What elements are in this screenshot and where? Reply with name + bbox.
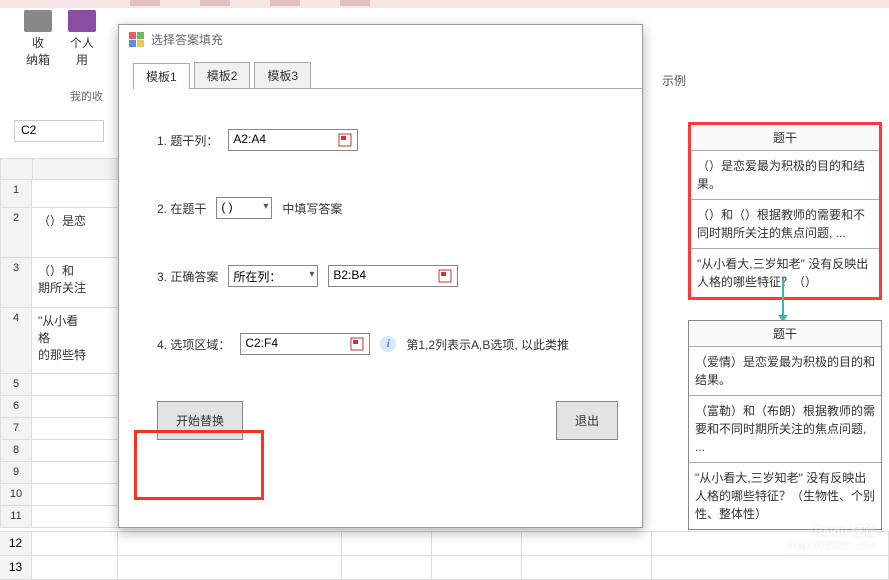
start-replace-button[interactable]: 开始替换 (157, 401, 243, 440)
range-picker-icon[interactable] (437, 268, 455, 286)
tab-template1[interactable]: 模板1 (133, 63, 190, 89)
example-cell: （）是恋爱最为积极的目的和结果。 (691, 151, 879, 200)
cell[interactable] (32, 418, 120, 440)
storage-box-button[interactable]: 收 纳箱 (18, 8, 58, 70)
label-options-range: 4. 选项区域： (157, 336, 230, 353)
label-fill-answer: 中填写答案 (282, 200, 342, 217)
cell[interactable] (32, 462, 120, 484)
row-header[interactable]: 6 (0, 396, 32, 417)
row-header[interactable]: 5 (0, 374, 32, 395)
cell[interactable] (32, 180, 120, 207)
arrow-down-icon (782, 278, 784, 316)
label-in-question: 2. 在题干 (157, 200, 206, 217)
cell[interactable] (32, 440, 120, 462)
dialog-title: 选择答案填充 (151, 31, 223, 48)
example-cell: "从小看大,三岁知老" 没有反映出人格的哪些特征？（） (691, 249, 879, 297)
row-header[interactable]: 10 (0, 484, 32, 505)
cell[interactable]: （）和 期所关注 (32, 258, 120, 307)
range-picker-icon[interactable] (337, 132, 355, 150)
question-range-input[interactable]: A2:A4 (228, 129, 358, 151)
tab-template2[interactable]: 模板2 (194, 62, 251, 88)
cell[interactable] (32, 374, 120, 396)
spreadsheet: 1 2（）是恋 3（）和 期所关注 4"从小看 格 的那些特 5 6 7 8 9… (0, 158, 120, 528)
row-header[interactable]: 3 (0, 258, 32, 307)
tab-template3[interactable]: 模板3 (254, 62, 311, 88)
options-range-input[interactable]: C2:F4 (240, 333, 370, 355)
personal-label: 个人 用 (68, 34, 96, 68)
example-label: 示例 (662, 72, 686, 89)
example-header: 题干 (689, 321, 881, 347)
bottom-grid: 12 13 (0, 531, 889, 579)
answer-location-combo[interactable]: 所在列： (228, 265, 318, 287)
info-icon: i (380, 336, 396, 352)
label-question-column: 1. 题干列： (157, 132, 218, 149)
cell[interactable] (32, 506, 120, 528)
row-header[interactable]: 1 (0, 180, 32, 207)
watermark: Baidu 经验 jingyan.baidu.com (786, 522, 875, 551)
my-collection-label: 我的收 (70, 88, 103, 104)
personal-button[interactable]: 个人 用 (62, 8, 102, 70)
row-header[interactable]: 4 (0, 308, 32, 373)
row-header[interactable]: 9 (0, 462, 32, 483)
row-header[interactable]: 11 (0, 506, 32, 527)
select-all-corner[interactable] (1, 159, 33, 179)
row-header[interactable]: 2 (0, 208, 32, 257)
personal-icon (68, 10, 96, 32)
example-cell: （）和（）根据教师的需要和不同时期所关注的焦点问题, ... (691, 200, 879, 249)
exit-button[interactable]: 退出 (556, 401, 618, 440)
row-header[interactable]: 13 (0, 556, 32, 580)
cell[interactable]: "从小看 格 的那些特 (32, 308, 120, 373)
row-header[interactable]: 8 (0, 440, 32, 461)
name-box[interactable]: C2 (14, 120, 104, 142)
app-icon (129, 32, 145, 48)
example-before-table: 题干 （）是恋爱最为积极的目的和结果。 （）和（）根据教师的需要和不同时期所关注… (688, 122, 882, 300)
cell[interactable] (32, 484, 120, 506)
row-header[interactable]: 7 (0, 418, 32, 439)
range-picker-icon[interactable] (349, 336, 367, 354)
storage-label: 收 纳箱 (24, 34, 52, 68)
example-cell: （爱情）是恋爱最为积极的目的和结果。 (689, 347, 881, 396)
example-cell: "从小看大,三岁知老" 没有反映出人格的哪些特征？（生物性、个别性、整体性） (689, 463, 881, 529)
bracket-combo[interactable]: ( ) (216, 197, 272, 219)
options-hint: 第1,2列表示A,B选项, 以此类推 (406, 336, 569, 353)
answer-range-input[interactable]: B2:B4 (328, 265, 458, 287)
cell[interactable]: （）是恋 (32, 208, 120, 257)
row-header[interactable]: 12 (0, 532, 32, 556)
fill-answers-dialog: 选择答案填充 模板1 模板2 模板3 1. 题干列： A2:A4 2. 在题干 … (118, 24, 643, 528)
box-icon (24, 10, 52, 32)
cell[interactable] (32, 396, 120, 418)
label-correct-answer: 3. 正确答案 (157, 268, 218, 285)
example-cell: （富勒）和（布朗）根据教师的需要和不同时期所关注的焦点问题, ... (689, 396, 881, 463)
example-after-table: 题干 （爱情）是恋爱最为积极的目的和结果。 （富勒）和（布朗）根据教师的需要和不… (688, 320, 882, 530)
example-header: 题干 (691, 125, 879, 151)
